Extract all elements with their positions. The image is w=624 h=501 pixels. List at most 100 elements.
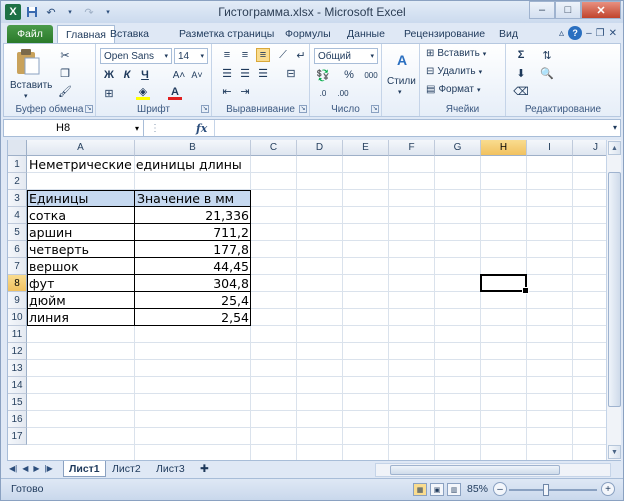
grow-font-button[interactable]: A˄ [172, 68, 186, 82]
row-header[interactable]: 3 [8, 190, 27, 207]
row-header[interactable]: 10 [8, 309, 27, 326]
tab-home[interactable]: Главная [57, 25, 115, 43]
borders-icon[interactable]: ⊞ [102, 86, 116, 100]
first-sheet-icon[interactable]: ◀| [9, 464, 17, 473]
insert-function-button[interactable]: fx [196, 120, 207, 136]
tab-page-layout[interactable]: Разметка страницы [179, 25, 274, 43]
insert-cells-button[interactable]: ⊞ Вставить ▾ [426, 48, 486, 59]
merge-icon[interactable]: ⊟ [284, 66, 298, 80]
column-header[interactable]: J [573, 140, 606, 156]
table-cell-value[interactable]: 177,8 [135, 241, 251, 258]
tab-review[interactable]: Рецензирование [404, 25, 485, 43]
sheet-tab-3[interactable]: Лист3 [151, 461, 190, 477]
format-cells-button[interactable]: ▤ Формат ▾ [426, 84, 481, 95]
zoom-level[interactable]: 85% [467, 483, 488, 495]
normal-view-icon[interactable]: ▦ [413, 483, 427, 496]
zoom-in-icon[interactable]: + [601, 482, 615, 496]
column-header[interactable]: F [389, 140, 435, 156]
tab-view[interactable]: Вид [499, 25, 518, 43]
align-bottom-icon[interactable]: ≡ [256, 48, 270, 62]
formula-input[interactable] [214, 120, 602, 136]
font-size-combo[interactable]: 14 ▾ [174, 48, 208, 64]
row-header[interactable]: 13 [8, 360, 27, 377]
increase-decimal-icon[interactable]: .0 [316, 86, 330, 100]
last-sheet-icon[interactable]: |▶ [45, 464, 53, 473]
worksheet-grid[interactable]: A B C D E F G H I J 1 2 3 4 5 6 7 8 9 10 11 12 13 14 15 16 17 Немет… [7, 140, 606, 460]
row-header[interactable]: 17 [8, 428, 27, 445]
tab-data[interactable]: Данные [347, 25, 385, 43]
number-launcher-icon[interactable]: ↘ [371, 105, 379, 113]
vertical-scroll-thumb[interactable] [608, 172, 621, 407]
italic-button[interactable]: К [120, 68, 134, 82]
alignment-launcher-icon[interactable]: ↘ [299, 105, 307, 113]
styles-button[interactable]: Стили [387, 76, 416, 87]
name-box[interactable]: H8 ▾ [4, 120, 144, 136]
table-header-value[interactable]: Значение в мм [135, 190, 251, 207]
align-left-icon[interactable]: ☰ [220, 66, 234, 80]
column-header[interactable]: I [527, 140, 573, 156]
orientation-icon[interactable]: ⟋ [276, 48, 290, 62]
currency-icon[interactable]: 💱 [316, 68, 330, 82]
underline-button[interactable]: Ч [138, 68, 152, 82]
find-select-icon[interactable]: 🔍 [540, 66, 554, 80]
close-button[interactable]: ✕ [581, 1, 621, 19]
number-format-combo[interactable]: Общий ▾ [314, 48, 378, 64]
prev-sheet-icon[interactable]: ◀ [22, 464, 28, 473]
insert-sheet-icon[interactable]: ✚ [195, 461, 214, 477]
zoom-slider[interactable] [509, 484, 597, 496]
scroll-down-icon[interactable]: ▼ [608, 445, 621, 459]
doc-close-icon[interactable]: ✕ [609, 28, 617, 39]
table-cell-unit[interactable]: фут [27, 275, 135, 292]
thousands-button[interactable]: 000 [362, 68, 380, 82]
percent-button[interactable]: % [342, 68, 356, 82]
horizontal-scroll-thumb[interactable] [390, 465, 560, 475]
zoom-slider-thumb[interactable] [542, 484, 549, 496]
column-header[interactable]: A [27, 140, 135, 156]
decrease-indent-icon[interactable]: ⇤ [220, 84, 234, 98]
align-center-icon[interactable]: ☰ [238, 66, 252, 80]
font-color-icon[interactable]: A [168, 86, 182, 100]
increase-indent-icon[interactable]: ⇥ [238, 84, 252, 98]
scroll-up-icon[interactable]: ▲ [608, 141, 621, 155]
row-header[interactable]: 9 [8, 292, 27, 309]
table-cell-value[interactable]: 25,4 [135, 292, 251, 309]
format-painter-icon[interactable]: 🖌 [58, 84, 72, 98]
table-cell-value[interactable]: 304,8 [135, 275, 251, 292]
align-middle-icon[interactable]: ≡ [238, 48, 252, 62]
table-cell-unit[interactable]: линия [27, 309, 135, 326]
expand-formula-bar-icon[interactable]: ▾ [613, 123, 617, 132]
table-cell-value[interactable]: 21,336 [135, 207, 251, 224]
styles-dropdown-icon[interactable]: ▾ [398, 88, 402, 96]
paste-button[interactable]: Вставить [10, 80, 52, 91]
row-header[interactable]: 15 [8, 394, 27, 411]
next-sheet-icon[interactable]: ▶ [33, 464, 39, 473]
table-cell-unit[interactable]: сотка [27, 207, 135, 224]
table-cell-unit[interactable]: вершок [27, 258, 135, 275]
table-cell-value[interactable]: 2,54 [135, 309, 251, 326]
bold-button[interactable]: Ж [102, 68, 116, 82]
minimize-ribbon-icon[interactable]: ▵ [559, 28, 564, 39]
column-header[interactable]: E [343, 140, 389, 156]
align-right-icon[interactable]: ☰ [256, 66, 270, 80]
table-header-units[interactable]: Единицы [27, 190, 135, 207]
table-cell-unit[interactable]: четверть [27, 241, 135, 258]
help-icon[interactable]: ? [568, 26, 583, 40]
cell-title[interactable]: Неметрические единицы длины [27, 156, 244, 173]
clear-icon[interactable]: ⌫ [513, 84, 529, 98]
sheet-tab-1[interactable]: Лист1 [63, 461, 106, 477]
zoom-out-icon[interactable]: – [493, 482, 507, 496]
font-launcher-icon[interactable]: ↘ [201, 105, 209, 113]
tab-insert[interactable]: Вставка [110, 25, 149, 43]
column-header[interactable]: H [481, 140, 527, 156]
maximize-button[interactable]: □ [555, 1, 581, 19]
table-cell-unit[interactable]: аршин [27, 224, 135, 241]
page-break-view-icon[interactable]: ▥ [447, 483, 461, 496]
row-header[interactable]: 2 [8, 173, 27, 190]
table-cell-value[interactable]: 711,2 [135, 224, 251, 241]
page-layout-view-icon[interactable]: ▣ [430, 483, 444, 496]
copy-icon[interactable]: ❐ [58, 66, 72, 80]
font-name-combo[interactable]: Open Sans ▾ [100, 48, 172, 64]
column-header[interactable]: C [251, 140, 297, 156]
row-header[interactable]: 8 [8, 275, 27, 292]
styles-icon[interactable]: A [392, 50, 412, 70]
